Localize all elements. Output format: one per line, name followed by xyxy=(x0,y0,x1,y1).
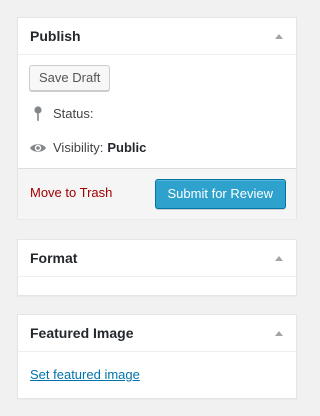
set-featured-image-link[interactable]: Set featured image xyxy=(30,367,140,383)
featured-image-box-header[interactable]: Featured Image xyxy=(18,315,296,352)
major-publishing-actions: Move to Trash Submit for Review xyxy=(18,168,296,219)
eye-icon xyxy=(29,139,47,157)
status-label: Status: xyxy=(53,106,94,121)
status-row: Status: xyxy=(29,105,93,123)
pin-icon xyxy=(29,105,47,123)
move-to-trash-link[interactable]: Move to Trash xyxy=(30,185,112,201)
publish-box-title: Publish xyxy=(30,28,81,44)
save-draft-button[interactable]: Save Draft xyxy=(29,65,111,91)
publish-box: Publish Save Draft Status: Visibility: P… xyxy=(17,17,297,219)
format-box-header[interactable]: Format xyxy=(18,240,296,277)
visibility-value: Public xyxy=(107,140,147,155)
submit-for-review-button[interactable]: Submit for Review xyxy=(154,179,286,209)
format-toggle-icon[interactable] xyxy=(272,252,286,264)
featured-image-box-title: Featured Image xyxy=(30,325,134,341)
featured-image-toggle-icon[interactable] xyxy=(272,327,286,339)
format-box: Format xyxy=(17,239,297,296)
format-box-title: Format xyxy=(30,250,78,266)
featured-image-box: Featured Image Set featured image xyxy=(17,314,297,399)
publish-box-header[interactable]: Publish xyxy=(18,18,296,55)
visibility-row: Visibility: Public xyxy=(29,139,146,157)
visibility-label: Visibility: xyxy=(53,140,104,155)
publish-toggle-icon[interactable] xyxy=(272,30,286,42)
